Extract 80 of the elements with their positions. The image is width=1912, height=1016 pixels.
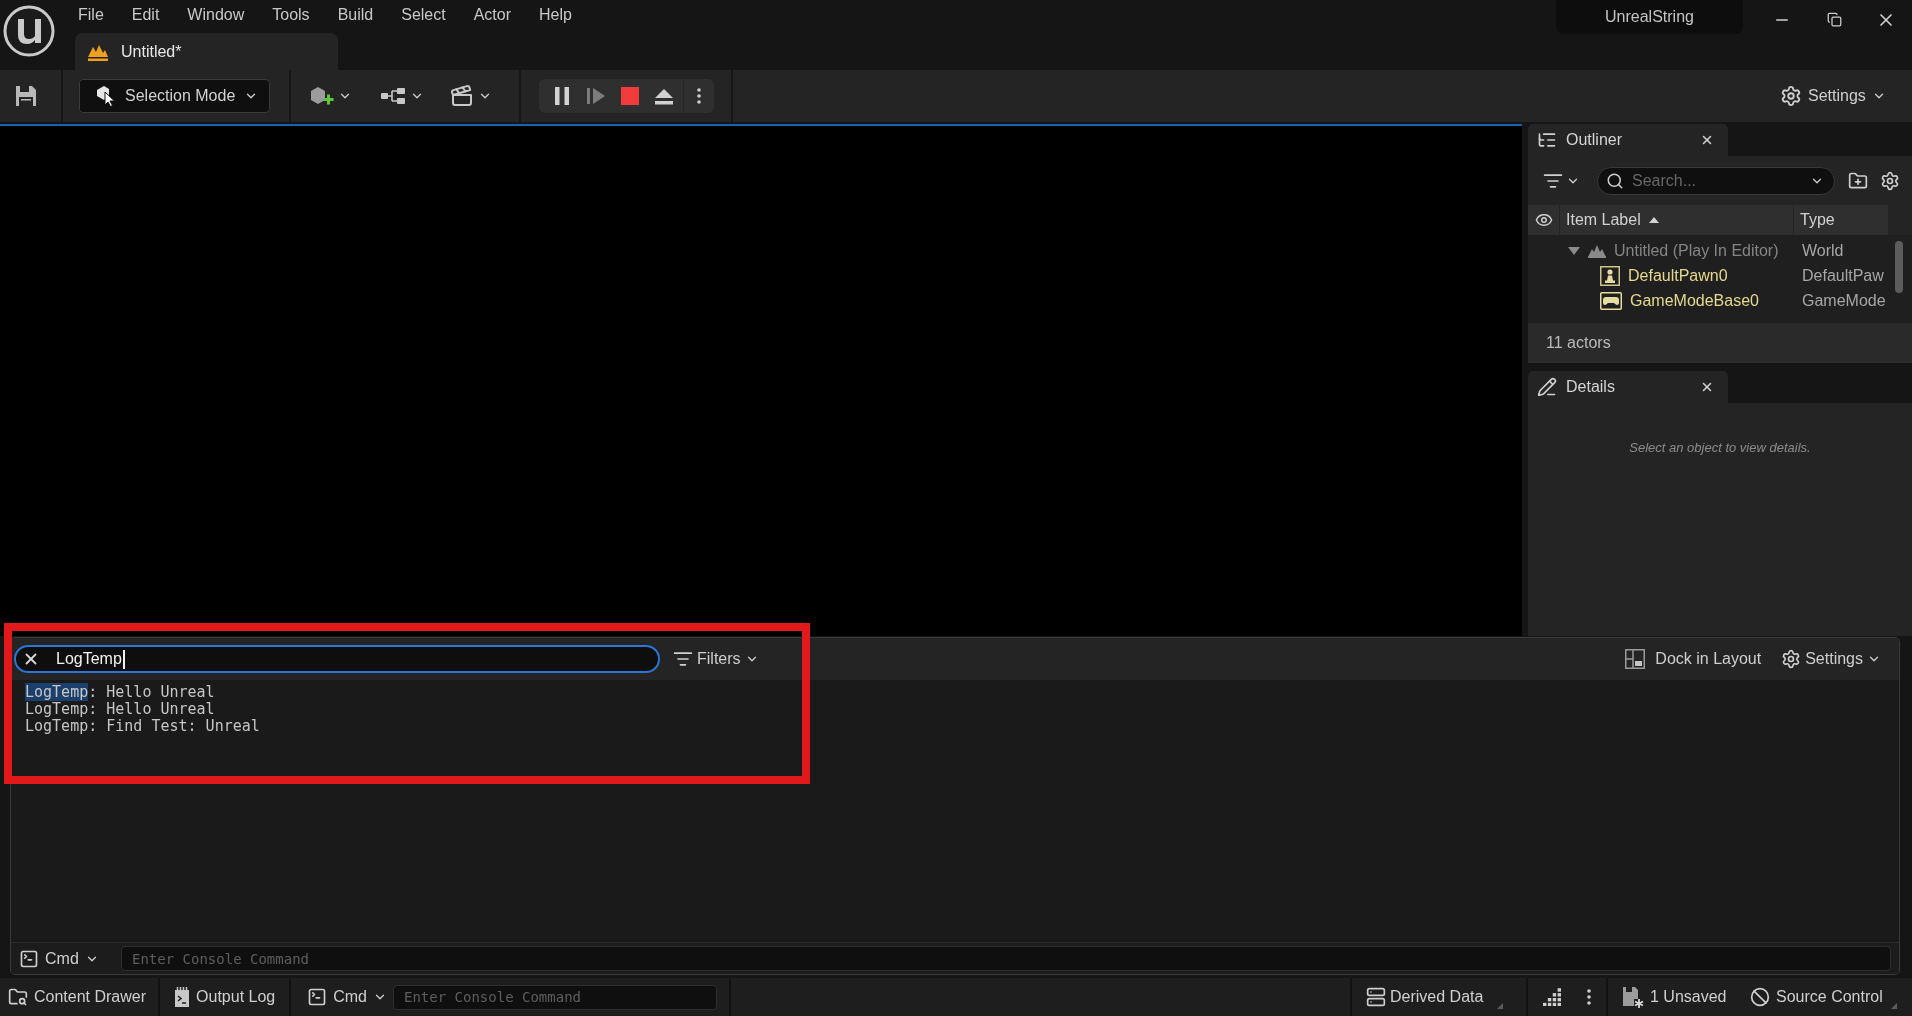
menu-item[interactable]: Build bbox=[323, 2, 388, 28]
column-header[interactable]: Item Label bbox=[1560, 205, 1793, 235]
actor-count: 11 actors bbox=[1546, 334, 1611, 352]
column-header[interactable]: Type bbox=[1794, 205, 1888, 235]
tree-item-label[interactable]: Untitled (Play In Editor) bbox=[1614, 241, 1779, 260]
scrollbar-thumb[interactable] bbox=[1895, 241, 1903, 293]
menu-item[interactable]: Edit bbox=[117, 2, 174, 28]
server-icon bbox=[1366, 987, 1386, 1007]
menu-item[interactable]: Actor bbox=[459, 2, 525, 28]
settings-icon[interactable] bbox=[1880, 170, 1900, 191]
step-play-icon[interactable] bbox=[587, 87, 605, 105]
output-log-button[interactable]: Output Log bbox=[160, 978, 290, 1016]
details-tab[interactable]: Details bbox=[1528, 371, 1728, 403]
menu-item[interactable]: Tools bbox=[258, 2, 324, 28]
save-icon[interactable] bbox=[14, 84, 38, 108]
project-name-plate: UnrealString bbox=[1556, 0, 1743, 34]
log-line: LogTemp: Hello Unreal bbox=[25, 701, 215, 718]
tree-item-type: GameMode bbox=[1801, 291, 1887, 310]
resize-grip-icon bbox=[1890, 1003, 1897, 1009]
menu-item[interactable]: Window bbox=[173, 2, 259, 28]
eject-icon[interactable] bbox=[654, 87, 674, 105]
log-line: LogTemp: Find Test: Unreal bbox=[25, 718, 260, 735]
more-options-icon[interactable] bbox=[1587, 989, 1591, 1005]
unsaved-button[interactable]: 1 Unsaved bbox=[1608, 978, 1736, 1016]
search-field[interactable]: LogTemp bbox=[14, 645, 660, 673]
settings-button[interactable]: Settings bbox=[1778, 81, 1888, 111]
tree-item-label[interactable]: DefaultPawn0 bbox=[1628, 266, 1728, 285]
pause-icon[interactable] bbox=[555, 87, 569, 105]
node-graph-icon bbox=[380, 87, 406, 105]
dot-grid-icon[interactable] bbox=[1543, 987, 1561, 1007]
floppy-disk-icon bbox=[1622, 986, 1644, 1008]
terminal-icon bbox=[307, 987, 328, 1007]
clapperboard-icon bbox=[450, 84, 474, 108]
terminal-icon bbox=[19, 948, 39, 969]
settings-icon bbox=[1780, 85, 1802, 107]
menu-item[interactable]: Help bbox=[525, 2, 586, 28]
selection-mode-dropdown[interactable]: Selection Mode bbox=[79, 79, 270, 113]
logo-icon[interactable] bbox=[3, 5, 55, 57]
eye-icon bbox=[1534, 211, 1553, 229]
menu-item[interactable]: File bbox=[64, 2, 118, 28]
restore-icon[interactable] bbox=[1826, 12, 1842, 27]
folder-plus-icon[interactable] bbox=[1848, 170, 1868, 191]
dock-in-layout-button[interactable]: Dock in Layout bbox=[1623, 645, 1764, 673]
list-tree-icon bbox=[1537, 130, 1557, 150]
text-cursor bbox=[122, 649, 125, 669]
close-icon[interactable] bbox=[1700, 380, 1714, 394]
visibility-column-header[interactable] bbox=[1528, 205, 1559, 235]
settings-icon bbox=[1781, 649, 1802, 669]
prohibited-icon bbox=[1750, 987, 1770, 1007]
menu-item[interactable]: Select bbox=[387, 2, 460, 28]
close-icon[interactable] bbox=[1700, 133, 1714, 147]
more-options-icon[interactable] bbox=[697, 88, 701, 104]
tree-item-type: World bbox=[1801, 241, 1845, 260]
expand-caret-icon[interactable] bbox=[1568, 246, 1580, 255]
cmd-dropdown[interactable]: Cmd bbox=[291, 978, 393, 1016]
pawn-icon bbox=[1600, 265, 1620, 286]
derived-data-button[interactable]: Derived Data bbox=[1352, 978, 1526, 1016]
document-tab[interactable]: Untitled* bbox=[75, 33, 338, 70]
outliner-tab[interactable]: Outliner bbox=[1528, 124, 1728, 156]
filter-icon bbox=[673, 649, 693, 669]
search-icon bbox=[1606, 171, 1624, 190]
tree-item-label[interactable]: GameModeBase0 bbox=[1630, 291, 1759, 310]
empty-details-message: Select an object to view details. bbox=[1629, 440, 1811, 455]
cube-plus-icon bbox=[310, 85, 334, 107]
cmd-dropdown[interactable]: Cmd bbox=[19, 948, 121, 969]
layout-icon bbox=[1625, 649, 1646, 669]
gamepad-icon bbox=[1600, 291, 1622, 310]
resize-grip-icon bbox=[1497, 1003, 1504, 1009]
pencil-icon bbox=[1537, 377, 1557, 397]
tree-item-type: DefaultPaw bbox=[1801, 266, 1885, 285]
content-drawer-button[interactable]: Content Drawer bbox=[0, 978, 159, 1016]
settings-button[interactable]: Settings bbox=[1779, 645, 1883, 673]
folder-search-icon bbox=[8, 987, 28, 1007]
source-control-button[interactable]: Source Control bbox=[1736, 978, 1912, 1016]
log-line: LogTemp: Hello Unreal bbox=[25, 684, 215, 701]
filters-dropdown[interactable]: Filters bbox=[671, 645, 761, 673]
notepad-icon bbox=[174, 987, 191, 1007]
mountain-icon bbox=[1588, 243, 1606, 258]
cursor-icon bbox=[96, 85, 116, 107]
sort-ascending-icon bbox=[1648, 217, 1659, 223]
